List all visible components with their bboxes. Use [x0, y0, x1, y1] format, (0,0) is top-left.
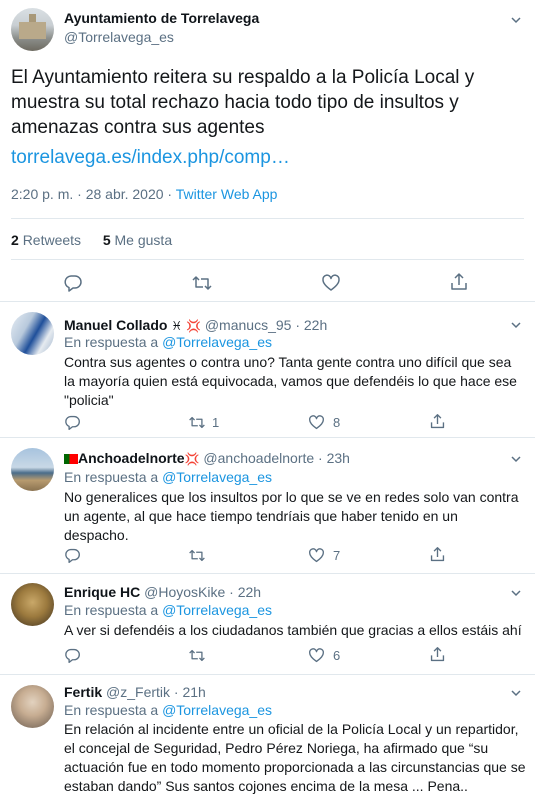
retweet-icon[interactable] [191, 273, 213, 293]
chevron-down-icon[interactable] [510, 686, 522, 698]
reply-avatar[interactable] [11, 583, 54, 626]
reply-icon[interactable] [64, 414, 81, 431]
main-author-name[interactable]: Ayuntamiento de Torrelavega [64, 10, 259, 26]
chevron-down-icon[interactable] [510, 586, 522, 598]
main-tweet-text: El Ayuntamiento reitera su respaldo a la… [11, 67, 475, 138]
share-icon[interactable] [429, 546, 446, 563]
tweet-stats: 2 Retweets 5 Me gusta [11, 232, 172, 248]
like-count: 6 [333, 648, 341, 663]
reply-avatar[interactable] [11, 312, 54, 355]
main-tweet: Ayuntamiento de Torrelavega @Torrelavega… [0, 0, 535, 302]
chevron-down-icon[interactable] [510, 452, 522, 464]
like-icon[interactable] [321, 273, 341, 293]
reply-tweet[interactable]: Manuel Collado ♓︎ 💢 @manucs_95 · 22h En … [0, 302, 535, 438]
reply-text: No generalices que los insultos por lo q… [64, 489, 519, 543]
retweets-stat[interactable]: 2 Retweets [11, 232, 81, 248]
retweet-count: 1 [212, 415, 220, 430]
like-icon[interactable] [308, 414, 325, 431]
likes-stat[interactable]: 5 Me gusta [103, 232, 172, 248]
chevron-down-icon[interactable] [510, 318, 522, 330]
reply-avatar[interactable] [11, 685, 54, 728]
tweet-timestamp[interactable]: 2:20 p. m. · 28 abr. 2020 · [11, 186, 176, 202]
reply-avatar[interactable] [11, 448, 54, 491]
anger-emoji-icon: 💢 [184, 452, 200, 466]
share-icon[interactable] [449, 272, 469, 292]
retweet-icon[interactable] [188, 647, 206, 664]
main-tweet-link[interactable]: torrelavega.es/index.php/comp… [11, 147, 290, 169]
tweet-source[interactable]: Twitter Web App [176, 186, 278, 202]
portugal-flag-icon [64, 454, 78, 465]
reply-text: Contra sus agentes o contra uno? Tanta g… [64, 354, 517, 408]
chevron-down-icon[interactable] [510, 13, 522, 25]
reply-author[interactable]: Manuel Collado ♓︎ 💢 @manucs_95 · 22h [64, 317, 327, 333]
reply-author[interactable]: Fertik @z_Fertik · 21h [64, 684, 206, 700]
reply-icon[interactable] [63, 273, 83, 293]
retweet-icon[interactable] [188, 547, 206, 564]
retweet-icon[interactable] [188, 414, 206, 431]
share-icon[interactable] [429, 413, 446, 430]
reply-context: En respuesta a @Torrelavega_es [64, 602, 272, 618]
reply-author[interactable]: Enrique HC @HoyosKike · 22h [64, 584, 261, 600]
main-author-handle[interactable]: @Torrelavega_es [64, 29, 174, 45]
like-count: 8 [333, 415, 341, 430]
reply-author[interactable]: Anchoadelnorte💢 @anchoadelnorte · 23h [64, 450, 350, 466]
reply-text: A ver si defendéis a los ciudadanos tamb… [64, 622, 522, 638]
reply-tweet[interactable]: Anchoadelnorte💢 @anchoadelnorte · 23h En… [0, 438, 535, 574]
divider [11, 218, 524, 219]
main-avatar[interactable] [11, 8, 54, 51]
reply-text: En relación al incidente entre un oficia… [64, 721, 526, 794]
reply-context: En respuesta a @Torrelavega_es [64, 334, 272, 350]
reply-context: En respuesta a @Torrelavega_es [64, 702, 272, 718]
reply-icon[interactable] [64, 547, 81, 564]
like-icon[interactable] [308, 547, 325, 564]
share-icon[interactable] [429, 646, 446, 663]
reply-icon[interactable] [64, 647, 81, 664]
like-icon[interactable] [308, 647, 325, 664]
reply-context: En respuesta a @Torrelavega_es [64, 469, 272, 485]
reply-tweet[interactable]: Enrique HC @HoyosKike · 22h En respuesta… [0, 574, 535, 675]
divider [11, 259, 524, 260]
like-count: 7 [333, 548, 341, 563]
reply-tweet[interactable]: Fertik @z_Fertik · 21h En respuesta a @T… [0, 675, 535, 798]
tweet-meta: 2:20 p. m. · 28 abr. 2020 · Twitter Web … [11, 186, 277, 202]
anger-emoji-icon: 💢 [186, 319, 201, 333]
